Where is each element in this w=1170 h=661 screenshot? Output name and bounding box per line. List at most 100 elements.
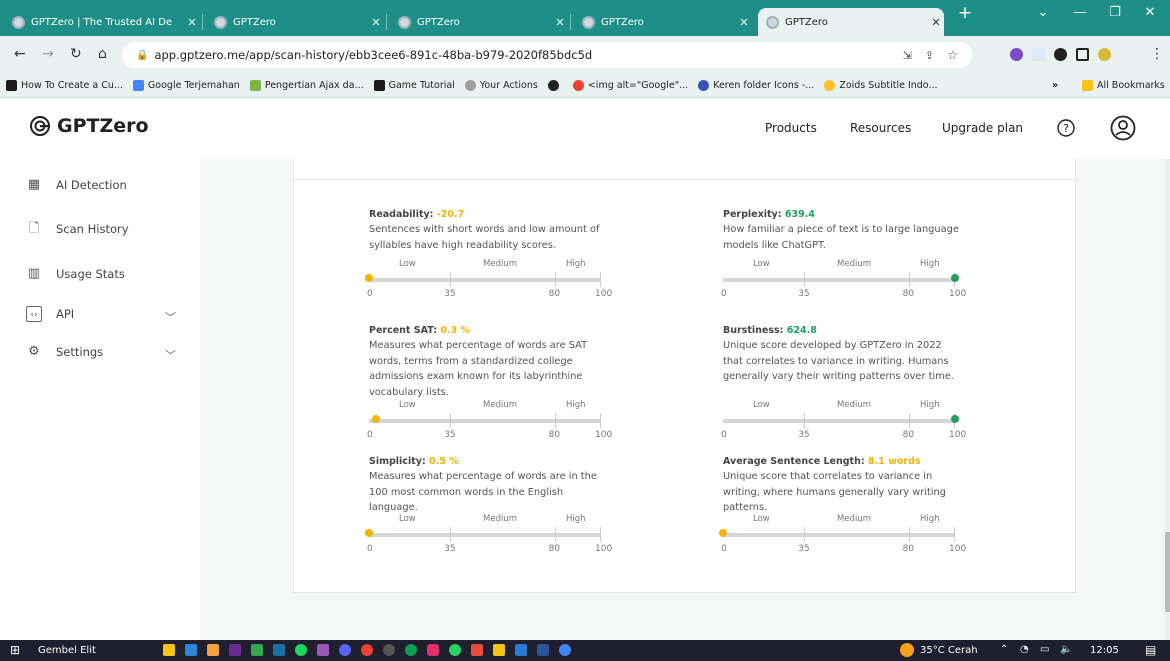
user-account-icon[interactable]	[1110, 115, 1136, 141]
metric-title: Readability: -20.7	[369, 209, 465, 220]
browser-tab[interactable]: GPTZero ✕	[390, 8, 568, 36]
gptzero-logo[interactable]: GPTZero	[29, 115, 149, 137]
taskbar-app-icon[interactable]	[163, 644, 175, 656]
taskbar-app-icon[interactable]	[361, 644, 373, 656]
sidebar-item-ai-detection[interactable]: ▦ AI Detection	[26, 177, 127, 193]
bookmark-favicon-icon	[547, 79, 559, 91]
weather-sun-icon[interactable]	[900, 643, 914, 657]
bookmark-item[interactable]: Google Terjemahan	[132, 79, 240, 91]
scale-label-high: High	[920, 400, 940, 410]
gptzero-favicon-icon	[398, 15, 411, 29]
weather-label[interactable]: 35°C Cerah	[920, 645, 978, 656]
bookmark-item[interactable]: How To Create a Cu...	[6, 79, 123, 91]
browser-tab[interactable]: GPTZero ✕	[206, 8, 384, 36]
new-tab-icon[interactable]: +	[950, 3, 980, 23]
scale-track	[723, 278, 955, 282]
taskbar-app-icon[interactable]	[317, 644, 329, 656]
extension-icon[interactable]	[1032, 48, 1045, 61]
network-icon[interactable]: ◔	[1020, 644, 1029, 655]
nav-upgrade-plan[interactable]: Upgrade plan	[942, 121, 1023, 135]
taskbar-app-icon[interactable]	[405, 644, 417, 656]
close-tab-icon[interactable]: ✕	[368, 16, 384, 29]
profile-avatar-icon[interactable]	[1098, 48, 1111, 61]
tab-search-chevron-icon[interactable]: ⌄	[1028, 5, 1058, 20]
bookmark-item[interactable]: Zoids Subtitle Indo...	[824, 79, 938, 91]
scale-tick-label: 80	[902, 544, 915, 554]
bookmark-star-icon[interactable]: ☆	[947, 48, 958, 62]
taskbar-app-icon[interactable]	[207, 644, 219, 656]
scale-tick-label: 100	[595, 544, 613, 554]
close-tab-icon[interactable]: ✕	[928, 16, 944, 29]
metric-scale: Low Medium High 0 35 80 100	[719, 514, 966, 554]
sidebar-item-scan-history[interactable]: 🗋 Scan History	[26, 221, 129, 237]
taskbar-app-icon[interactable]	[251, 644, 263, 656]
taskbar-app-icon[interactable]	[427, 644, 439, 656]
taskbar-app-icon[interactable]	[471, 644, 483, 656]
score-marker	[365, 274, 373, 282]
side-panel-icon[interactable]	[1076, 48, 1089, 61]
taskbar-app-icon[interactable]	[383, 644, 395, 656]
taskbar-app-icon[interactable]	[559, 644, 571, 656]
menu-kebab-icon[interactable]: ⋮	[1150, 46, 1164, 62]
bookmark-item[interactable]: <img alt="Google"...	[572, 79, 688, 91]
clock[interactable]: 12:05	[1090, 645, 1119, 656]
scale-tick	[600, 413, 601, 428]
scale-label-high: High	[920, 259, 940, 269]
scrollbar-thumb[interactable]	[1165, 532, 1170, 612]
close-tab-icon[interactable]: ✕	[184, 16, 200, 29]
tab-title: GPTZero	[785, 16, 828, 28]
sidebar-item-settings[interactable]: ⚙ Settings	[26, 344, 103, 360]
taskbar-app-icon[interactable]	[449, 644, 461, 656]
bookmark-item[interactable]: Your Actions	[464, 79, 538, 91]
extension-icon[interactable]	[1010, 48, 1023, 61]
windows-start-icon[interactable]: ⊞	[10, 643, 20, 657]
home-icon[interactable]: ⌂	[98, 46, 107, 62]
volume-icon[interactable]: 🔈	[1060, 644, 1072, 655]
url-bar[interactable]: 🔒 app.gptzero.me/app/scan-history/ebb3ce…	[122, 42, 972, 68]
nav-products[interactable]: Products	[765, 121, 817, 135]
extensions-puzzle-icon[interactable]	[1054, 48, 1067, 61]
reload-icon[interactable]: ↻	[70, 46, 82, 62]
minimize-icon[interactable]: —	[1065, 5, 1095, 20]
browser-tab[interactable]: GPTZero | The Trusted AI De ✕	[4, 8, 200, 36]
close-tab-icon[interactable]: ✕	[552, 16, 568, 29]
scale-label-medium: Medium	[837, 514, 871, 524]
scale-tick-label: 0	[721, 544, 727, 554]
sidebar-item-usage-stats[interactable]: ▥ Usage Stats	[26, 266, 125, 282]
scale-tick-label: 80	[548, 289, 561, 299]
taskbar-app-icon[interactable]	[537, 644, 549, 656]
chevron-down-icon[interactable]: ﹀	[165, 347, 176, 363]
browser-tab[interactable]: GPTZero ✕	[574, 8, 752, 36]
share-icon[interactable]: ⇪	[925, 49, 934, 62]
back-icon[interactable]: ←	[14, 46, 26, 62]
battery-icon[interactable]: ▭	[1040, 644, 1049, 655]
close-tab-icon[interactable]: ✕	[736, 16, 752, 29]
notification-icon[interactable]: ▤	[1145, 643, 1156, 657]
restore-icon[interactable]: ❐	[1100, 5, 1130, 20]
chevron-down-icon[interactable]: ﹀	[165, 309, 176, 325]
bookmark-item[interactable]: Game Tutorial	[373, 79, 455, 91]
install-app-icon[interactable]: ⇲	[903, 49, 912, 62]
close-window-icon[interactable]: ✕	[1135, 5, 1165, 20]
taskbar-app-icon[interactable]	[229, 644, 241, 656]
forward-icon[interactable]: →	[42, 46, 54, 62]
taskbar-app-icon[interactable]	[515, 644, 527, 656]
help-icon[interactable]: ?	[1057, 119, 1075, 137]
more-bookmarks-icon[interactable]: »	[1052, 80, 1058, 91]
bookmark-item[interactable]: Pengertian Ajax da...	[249, 79, 364, 91]
browser-tab-active[interactable]: GPTZero ✕	[758, 8, 944, 36]
nav-resources[interactable]: Resources	[850, 121, 911, 135]
sidebar-item-api[interactable]: ‹› API	[26, 306, 74, 322]
bookmark-item[interactable]	[547, 79, 563, 91]
scale-tick-label: 80	[902, 289, 915, 299]
all-bookmarks-folder[interactable]: All Bookmarks	[1082, 79, 1165, 91]
tray-chevron-icon[interactable]: ⌃	[1000, 644, 1008, 655]
taskbar-app-icon[interactable]	[273, 644, 285, 656]
bookmark-item[interactable]: Keren folder Icons -...	[698, 79, 814, 91]
taskbar-app-icon[interactable]	[295, 644, 307, 656]
scale-tick-label: 0	[721, 430, 727, 440]
scale-tick-label: 100	[595, 430, 613, 440]
taskbar-app-icon[interactable]	[493, 644, 505, 656]
taskbar-app-icon[interactable]	[185, 644, 197, 656]
taskbar-app-icon[interactable]	[339, 644, 351, 656]
